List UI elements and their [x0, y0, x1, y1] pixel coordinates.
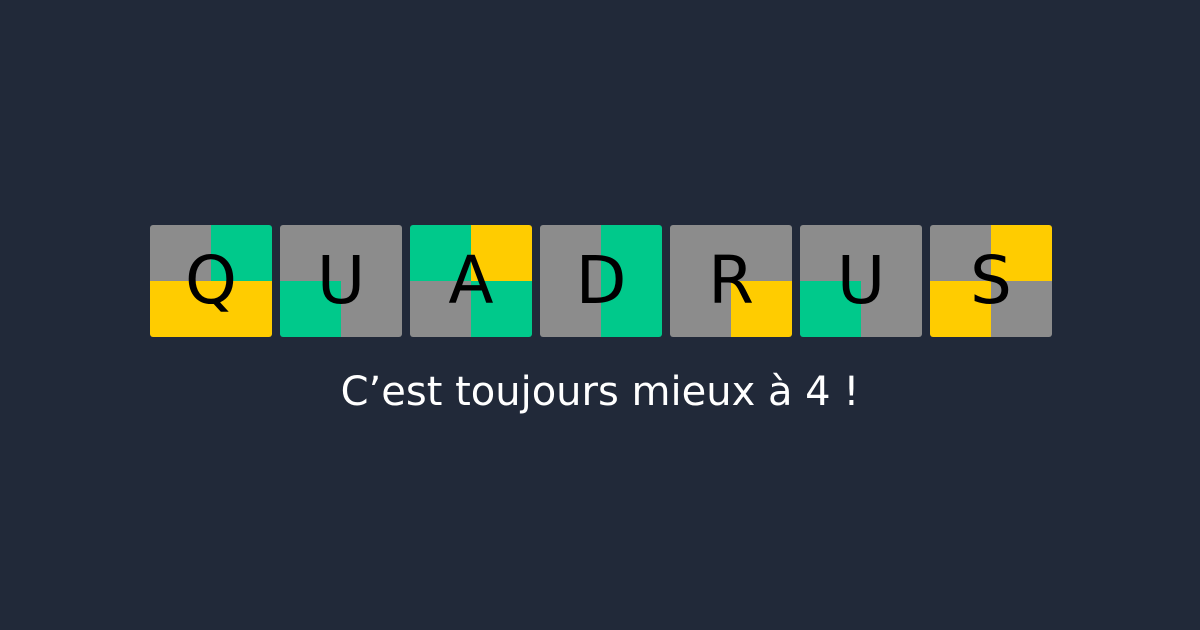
logo-tile: A [410, 225, 532, 337]
logo-tile: R [670, 225, 792, 337]
tile-letter: Q [185, 242, 237, 319]
tile-letter: R [708, 242, 754, 319]
logo-tile: U [800, 225, 922, 337]
tile-letter: D [575, 242, 627, 319]
logo-tile: D [540, 225, 662, 337]
tile-letter: U [836, 242, 886, 319]
tagline: C’est toujours mieux à 4 ! [340, 369, 860, 415]
tile-letter: U [316, 242, 366, 319]
tile-letter: S [970, 242, 1012, 319]
tile-letter: A [448, 242, 494, 319]
logo-tile: U [280, 225, 402, 337]
logo-tile: Q [150, 225, 272, 337]
logo-tile: S [930, 225, 1052, 337]
quadrus-logo: Q U A D R U S [150, 225, 1052, 337]
